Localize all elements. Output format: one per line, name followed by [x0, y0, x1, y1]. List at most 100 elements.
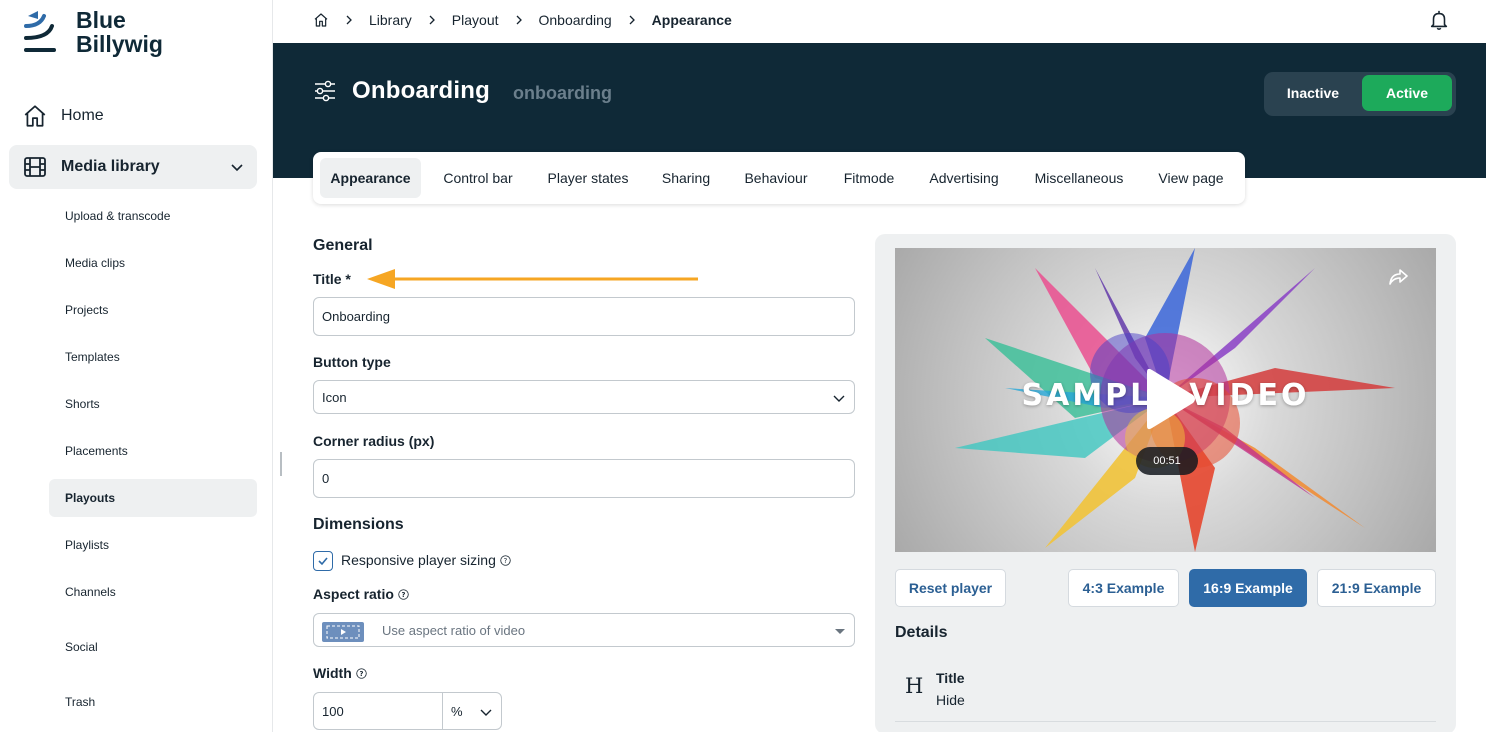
- share-icon[interactable]: [1387, 268, 1409, 286]
- breadcrumb-current: Appearance: [651, 12, 732, 28]
- sidebar-item-label: Home: [61, 107, 104, 124]
- responsive-checkbox[interactable]: [313, 551, 333, 571]
- title-input-value: Onboarding: [322, 309, 390, 324]
- film-icon: [24, 157, 46, 177]
- dimensions-heading: Dimensions: [313, 516, 404, 533]
- button-type-label: Button type: [313, 354, 391, 370]
- width-label: Width ?: [313, 665, 367, 681]
- width-label-text: Width: [313, 665, 352, 681]
- sidebar-item-media-library[interactable]: Media library: [9, 145, 257, 189]
- video-player[interactable]: SAMPLE VIDEO 00:51: [895, 248, 1436, 552]
- settings-tabs: Appearance Control bar Player states Sha…: [313, 152, 1245, 204]
- brand-line1: Blue: [76, 7, 126, 33]
- tab-player-states[interactable]: Player states: [537, 158, 639, 198]
- sidebar-item-media-clips[interactable]: Media clips: [49, 244, 257, 282]
- tab-sharing[interactable]: Sharing: [653, 158, 719, 198]
- tab-advertising[interactable]: Advertising: [919, 158, 1009, 198]
- aspect-ratio-select[interactable]: Use aspect ratio of video: [313, 613, 855, 647]
- aspect-ratio-label-text: Aspect ratio: [313, 586, 394, 602]
- detail-title-value: Hide: [936, 692, 965, 708]
- chevron-down-icon: [833, 395, 845, 402]
- example-16-9-button[interactable]: 16:9 Example: [1189, 569, 1307, 607]
- tab-view-page[interactable]: View page: [1149, 158, 1233, 198]
- title-label-text: Title *: [313, 271, 351, 287]
- heading-icon: H: [905, 674, 924, 698]
- divider: [895, 721, 1436, 722]
- title-input[interactable]: Onboarding: [313, 297, 855, 336]
- help-icon[interactable]: ?: [500, 554, 511, 566]
- sliders-icon: [315, 80, 335, 102]
- responsive-label: Responsive player sizing ?: [341, 552, 511, 568]
- chevron-down-icon: [231, 164, 243, 172]
- chevron-right-icon: [346, 15, 352, 25]
- sidebar: Blue Billywig Home Media library Upload …: [0, 0, 273, 732]
- tab-behaviour[interactable]: Behaviour: [733, 158, 819, 198]
- tab-miscellaneous[interactable]: Miscellaneous: [1025, 158, 1133, 198]
- home-icon: [24, 105, 46, 127]
- check-icon: [318, 557, 328, 566]
- general-heading: General: [313, 237, 373, 254]
- example-4-3-button[interactable]: 4:3 Example: [1068, 569, 1179, 607]
- sidebar-item-templates[interactable]: Templates: [49, 338, 257, 376]
- corner-radius-input[interactable]: 0: [313, 459, 855, 498]
- button-type-select[interactable]: Icon: [313, 380, 855, 414]
- brand-logo[interactable]: Blue Billywig: [24, 8, 204, 64]
- responsive-label-text: Responsive player sizing: [341, 552, 496, 568]
- width-value: 100: [322, 703, 344, 719]
- aspect-ratio-label: Aspect ratio ?: [313, 586, 409, 602]
- chevron-down-icon: [480, 709, 492, 716]
- sidebar-item-placements[interactable]: Placements: [49, 432, 257, 470]
- preview-panel: SAMPLE VIDEO 00:51 Reset player 4:3 Exam…: [875, 234, 1456, 732]
- chevron-right-icon: [629, 15, 635, 25]
- sidebar-item-shorts[interactable]: Shorts: [49, 385, 257, 423]
- annotation-arrow: [367, 269, 698, 289]
- sidebar-item-channels[interactable]: Channels: [49, 573, 257, 611]
- caret-down-icon: [835, 629, 845, 634]
- top-bar: Library Playout Onboarding Appearance: [273, 0, 1486, 43]
- sidebar-item-label: Media library: [61, 158, 160, 175]
- svg-text:?: ?: [359, 669, 363, 677]
- brand-line2: Billywig: [76, 31, 163, 57]
- sidebar-item-playlists[interactable]: Playlists: [49, 526, 257, 564]
- sidebar-item-trash[interactable]: Trash: [49, 683, 257, 721]
- status-toggle: Inactive Active: [1264, 72, 1456, 116]
- chevron-right-icon: [429, 15, 435, 25]
- sidebar-item-upload-transcode[interactable]: Upload & transcode: [49, 197, 257, 235]
- reset-player-button[interactable]: Reset player: [895, 569, 1006, 607]
- breadcrumb-playout[interactable]: Playout: [452, 12, 499, 28]
- title-label: Title *: [313, 271, 351, 287]
- aspect-ratio-thumbnail-icon: [322, 622, 364, 642]
- help-icon[interactable]: ?: [356, 667, 367, 679]
- home-icon[interactable]: [313, 12, 329, 28]
- page-title: Onboarding: [352, 77, 490, 104]
- tab-appearance[interactable]: Appearance: [320, 158, 421, 198]
- width-input[interactable]: 100: [313, 692, 443, 730]
- blue-billywig-logo-icon: [24, 11, 56, 52]
- inactive-button[interactable]: Inactive: [1268, 75, 1358, 111]
- tab-control-bar[interactable]: Control bar: [431, 158, 525, 198]
- width-unit-value: %: [451, 703, 463, 719]
- sidebar-item-social[interactable]: Social: [49, 628, 257, 666]
- breadcrumb: Library Playout Onboarding Appearance: [313, 12, 732, 28]
- detail-title-label: Title: [936, 670, 965, 686]
- brand-name: Blue Billywig: [76, 8, 163, 56]
- help-icon[interactable]: ?: [398, 588, 409, 600]
- active-button[interactable]: Active: [1362, 75, 1452, 111]
- sidebar-item-projects[interactable]: Projects: [49, 291, 257, 329]
- svg-text:?: ?: [504, 556, 508, 564]
- sidebar-item-home[interactable]: Home: [8, 96, 258, 136]
- breadcrumb-library[interactable]: Library: [369, 12, 412, 28]
- example-21-9-button[interactable]: 21:9 Example: [1317, 569, 1436, 607]
- breadcrumb-onboarding[interactable]: Onboarding: [539, 12, 612, 28]
- play-icon[interactable]: [1139, 366, 1199, 432]
- tab-fitmode[interactable]: Fitmode: [833, 158, 905, 198]
- corner-radius-label: Corner radius (px): [313, 433, 435, 449]
- sidebar-item-playouts[interactable]: Playouts: [49, 479, 257, 517]
- details-heading: Details: [895, 624, 948, 641]
- button-type-value: Icon: [322, 389, 347, 405]
- duration-badge: 00:51: [1136, 447, 1198, 475]
- width-unit-select[interactable]: %: [442, 692, 502, 730]
- chevron-right-icon: [516, 15, 522, 25]
- sidebar-resize-handle[interactable]: [280, 452, 282, 476]
- bell-icon[interactable]: [1428, 9, 1450, 31]
